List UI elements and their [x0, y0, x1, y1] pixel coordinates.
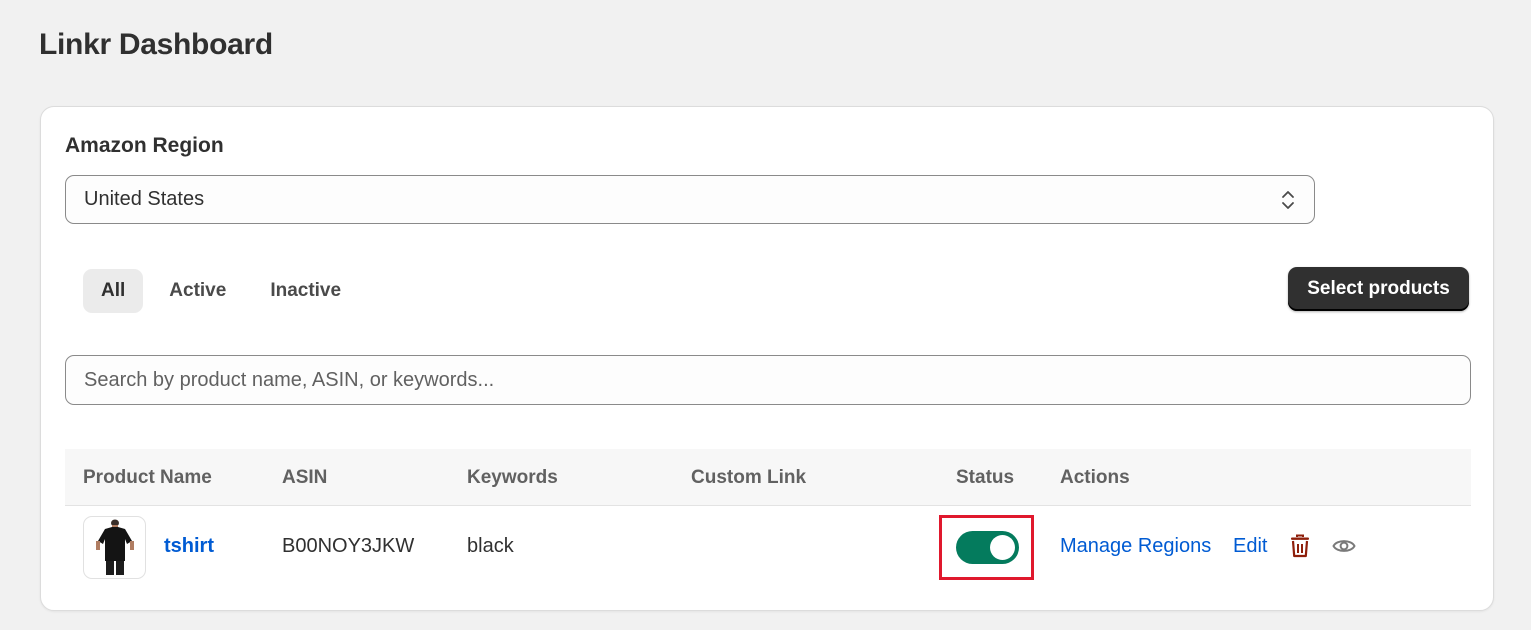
table-header: Product Name ASIN Keywords Custom Link S… — [65, 449, 1471, 506]
trash-icon — [1291, 534, 1309, 558]
status-highlight-box — [939, 515, 1034, 580]
eye-icon — [1332, 540, 1356, 552]
status-tabs: All Active Inactive — [83, 269, 367, 313]
tshirt-image — [95, 519, 134, 575]
column-header-product-name: Product Name — [83, 466, 212, 488]
column-header-status: Status — [956, 466, 1015, 488]
product-name-link[interactable]: tshirt — [164, 506, 214, 586]
tab-active[interactable]: Active — [151, 269, 244, 313]
product-thumbnail — [83, 516, 146, 579]
status-toggle[interactable] — [956, 531, 1019, 564]
column-header-actions: Actions — [1060, 466, 1130, 488]
toggle-knob — [990, 535, 1015, 560]
column-header-asin: ASIN — [282, 466, 328, 488]
products-table: Product Name ASIN Keywords Custom Link S… — [65, 449, 1471, 586]
edit-link[interactable]: Edit — [1233, 506, 1267, 586]
region-label: Amazon Region — [65, 134, 224, 157]
tab-all[interactable]: All — [83, 269, 144, 313]
region-select-value: United States — [84, 188, 205, 210]
search-input[interactable] — [65, 355, 1471, 405]
table-row: tshirt B00NOY3JKW black Manage Regions E… — [65, 506, 1471, 586]
manage-regions-link[interactable]: Manage Regions — [1060, 506, 1211, 586]
region-select[interactable]: United States — [65, 175, 1315, 224]
asin-value: B00NOY3JKW — [282, 534, 415, 557]
select-chevron-icon — [1282, 191, 1294, 209]
products-card: Amazon Region United States All Active I… — [40, 106, 1494, 611]
select-products-button[interactable]: Select products — [1288, 267, 1469, 311]
column-header-custom-link: Custom Link — [691, 466, 807, 488]
column-header-keywords: Keywords — [467, 466, 558, 488]
tab-inactive[interactable]: Inactive — [252, 269, 359, 313]
delete-button[interactable] — [1288, 506, 1312, 586]
page-title: Linkr Dashboard — [39, 28, 273, 61]
view-button[interactable] — [1331, 506, 1357, 586]
keywords-value: black — [467, 534, 514, 557]
